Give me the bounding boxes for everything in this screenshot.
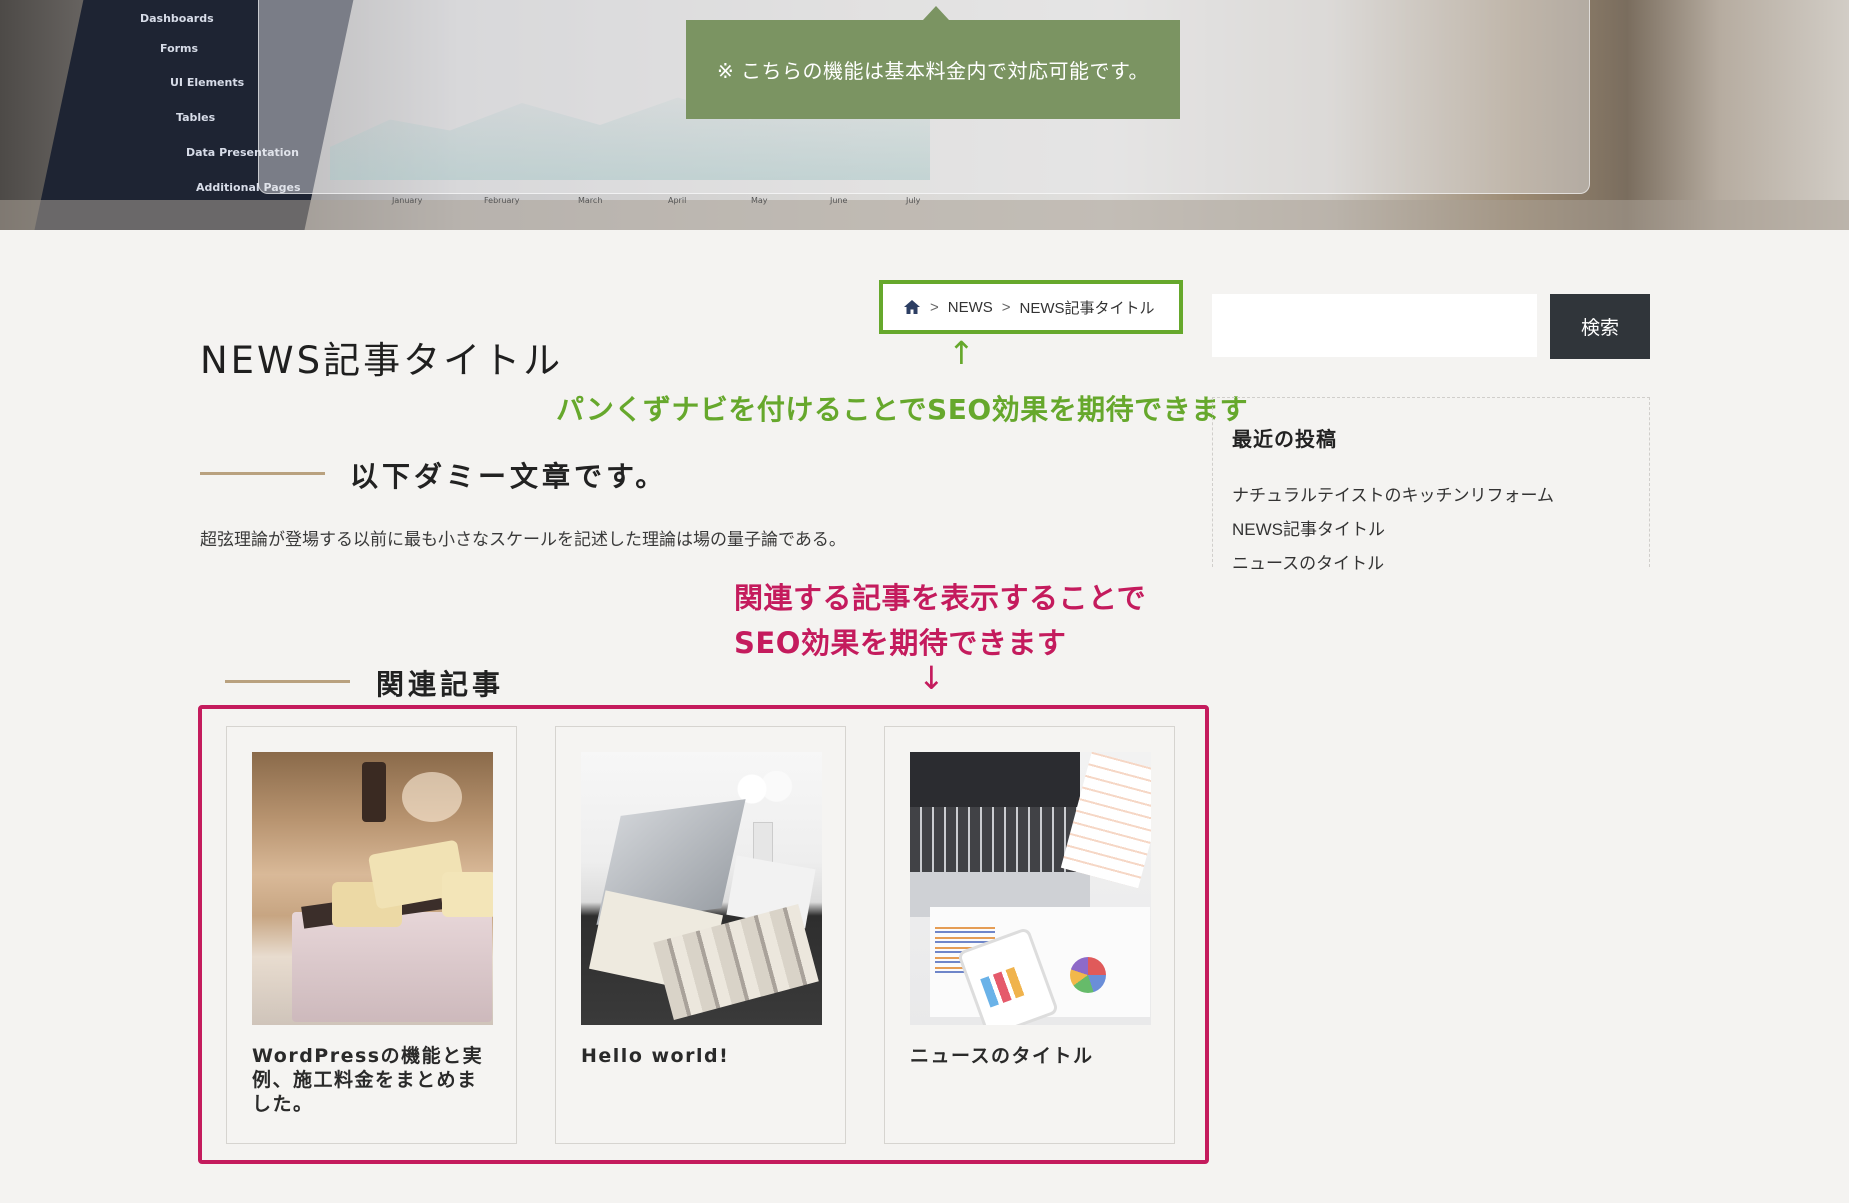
body-paragraph: 超弦理論が登場する以前に最も小さなスケールを記述した理論は場の量子論である。 — [200, 530, 846, 550]
related-annotation-line2: SEO効果を期待できます — [734, 626, 1067, 660]
hero-bottom-strip — [0, 200, 1849, 230]
related-card-title[interactable]: Hello world! — [581, 1045, 822, 1069]
recent-post-link[interactable]: ナチュラルテイストのキッチンリフォーム — [1232, 481, 1554, 506]
hero-axis-label: January — [392, 196, 423, 205]
related-card-image[interactable] — [581, 752, 822, 1025]
related-card-image[interactable] — [910, 752, 1151, 1025]
breadcrumb-annotation: パンくずナビを付けることでSEO効果を期待できます — [556, 393, 1249, 426]
breadcrumb: > NEWS > NEWS記事タイトル — [879, 280, 1183, 334]
breadcrumb-item-current: NEWS記事タイトル — [1019, 299, 1155, 317]
page-title: NEWS記事タイトル — [200, 339, 564, 382]
related-rule — [225, 680, 350, 683]
hero-axis-label: May — [751, 196, 768, 205]
hero-menu-item: Dashboards — [140, 12, 214, 25]
breadcrumb-separator: > — [930, 298, 939, 316]
section-heading: 以下ダミー文章です。 — [350, 460, 668, 493]
hero-axis-label: March — [578, 196, 603, 205]
recent-post-link[interactable]: ニュースのタイトル — [1232, 549, 1384, 574]
hero-axis-label: April — [668, 196, 687, 205]
hero-axis-label: June — [830, 196, 848, 205]
section-rule — [200, 472, 325, 475]
search-button[interactable]: 検索 — [1550, 294, 1650, 359]
related-card-image[interactable] — [252, 752, 493, 1025]
hero-axis-label: July — [906, 196, 921, 205]
hero-menu-item: Forms — [160, 42, 199, 55]
recent-post-link[interactable]: NEWS記事タイトル — [1232, 515, 1385, 540]
related-heading: 関連記事 — [376, 668, 505, 701]
home-icon[interactable] — [903, 298, 921, 316]
hero-menu-item: Tables — [176, 111, 216, 124]
breadcrumb-item-news[interactable]: NEWS — [948, 299, 993, 316]
breadcrumb-annotation-arrow: ↑ — [948, 334, 975, 372]
related-card[interactable]: ニュースのタイトル — [884, 726, 1175, 1144]
pricing-notice-text: ※ こちらの機能は基本料金内で対応可能です。 — [716, 59, 1150, 83]
related-card-title[interactable]: WordPressの機能と実例、施工料金をまとめました。 — [252, 1045, 493, 1116]
related-card[interactable]: Hello world! — [555, 726, 846, 1144]
hero-menu-item: UI Elements — [170, 76, 245, 89]
breadcrumb-separator: > — [1001, 298, 1011, 316]
related-card-title[interactable]: ニュースのタイトル — [910, 1045, 1151, 1069]
related-annotation-arrow: ↓ — [918, 659, 945, 697]
hero-axis-label: February — [484, 196, 520, 205]
pricing-notice: ※ こちらの機能は基本料金内で対応可能です。 — [686, 6, 1180, 119]
recent-posts-title: 最近の投稿 — [1232, 427, 1337, 451]
search-input[interactable] — [1212, 294, 1537, 357]
related-annotation-line1: 関連する記事を表示することで — [734, 581, 1147, 615]
hero-image: Dashboards Forms UI Elements Tables Data… — [0, 0, 1849, 230]
related-card[interactable]: WordPressの機能と実例、施工料金をまとめました。 — [226, 726, 517, 1144]
